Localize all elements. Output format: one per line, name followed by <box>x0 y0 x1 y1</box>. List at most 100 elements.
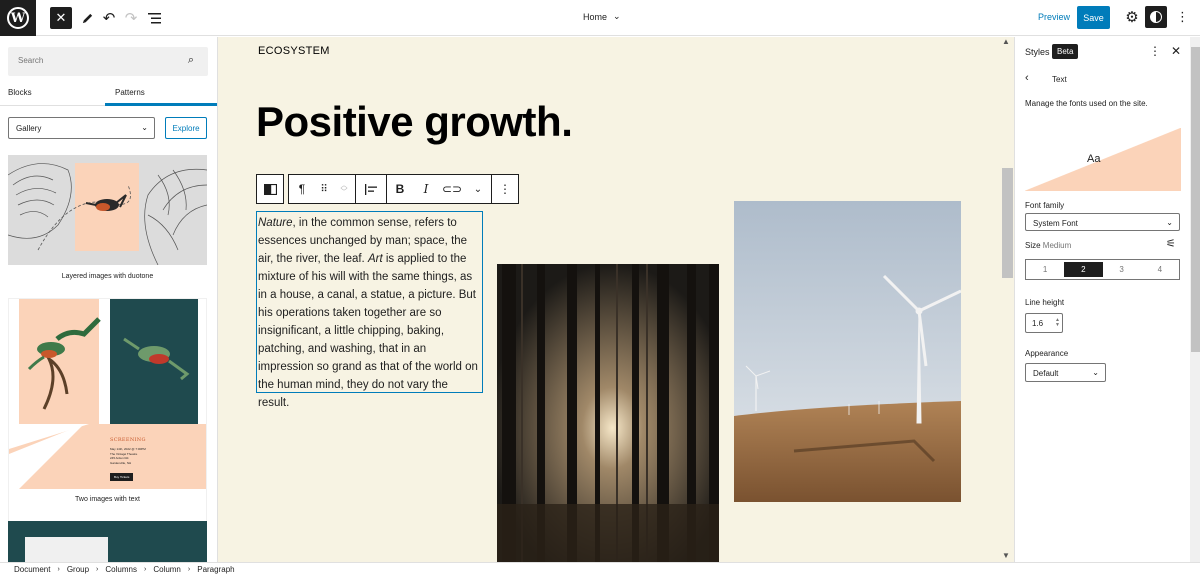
forest-sunlight-image <box>497 264 719 562</box>
styles-toggle-button[interactable] <box>1145 6 1167 28</box>
inserter-search: ⌕ <box>8 47 208 76</box>
link-button[interactable]: ⊂⊃ <box>439 175 465 203</box>
wind-turbine-image[interactable] <box>734 201 961 502</box>
canvas-scrollbar[interactable]: ▲ ▼ <box>1000 37 1014 562</box>
font-family-label: Font family <box>1025 201 1065 210</box>
breadcrumb-item-columns[interactable]: Columns <box>105 565 137 574</box>
more-formatting-button[interactable]: ⌄ <box>465 175 491 203</box>
paragraph-emphasis: Art <box>367 253 383 265</box>
block-breadcrumb: Document › Group › Columns › Column › Pa… <box>0 562 1200 576</box>
poster-button: Buy Tickets <box>110 473 134 481</box>
typography-preview-text: Aa <box>1087 153 1101 165</box>
wordpress-logo-button[interactable]: W <box>0 0 36 36</box>
breadcrumb-item-paragraph[interactable]: Paragraph <box>197 565 234 574</box>
document-title: Home <box>583 11 608 22</box>
size-value: Medium <box>1042 241 1072 250</box>
options-button[interactable]: ⋮ <box>1176 9 1189 25</box>
pattern-label: Two images with text <box>75 496 140 503</box>
chevron-down-icon: ﹀ <box>340 189 348 196</box>
sidebar-title: Styles <box>1025 47 1050 57</box>
bold-icon: B <box>395 182 405 196</box>
block-options-button[interactable]: ⋮ <box>492 175 518 203</box>
chevron-right-icon: › <box>187 566 191 573</box>
chevron-up-icon: ︿ <box>340 182 348 189</box>
gear-icon: ⚙ <box>1125 9 1139 26</box>
custom-size-button[interactable]: ⚟ <box>1166 237 1176 250</box>
close-sidebar-button[interactable]: ✕ <box>1171 44 1181 58</box>
site-title[interactable]: ECOSYSTEM <box>258 45 330 57</box>
more-vertical-icon: ⋮ <box>499 182 511 196</box>
line-height-input[interactable]: 1.6 ▲ ▼ <box>1025 313 1063 333</box>
drag-handle[interactable]: ⠿ <box>315 175 333 203</box>
pattern-preview-two-images-text[interactable]: SCREENING May 14th, 2022 @ 7:00PM The Vi… <box>8 298 207 524</box>
select-parent-button[interactable] <box>257 175 283 203</box>
close-icon: ✕ <box>55 10 67 25</box>
pattern-preview-shape <box>25 537 108 562</box>
block-options-group: ⋮ <box>491 174 519 204</box>
poster-title: SCREENING <box>110 437 146 443</box>
undo-button[interactable]: ↶ <box>98 7 120 29</box>
editor-canvas: ECOSYSTEM Positive growth. ¶ ⠿ ︿ ﹀ B I ⊂⊃… <box>218 37 1014 562</box>
stepper-arrows-icon[interactable]: ▲ ▼ <box>1055 318 1060 328</box>
sliders-icon: ⚟ <box>1166 238 1176 250</box>
poster-text: SCREENING May 14th, 2022 @ 7:00PM The Vi… <box>110 437 200 483</box>
italic-button[interactable]: I <box>413 175 439 203</box>
move-buttons[interactable]: ︿ ﹀ <box>333 175 355 203</box>
pattern-preview-layered-duotone[interactable] <box>8 155 207 265</box>
font-family-value: System Font <box>1033 219 1078 228</box>
size-option-4[interactable]: 4 <box>1141 260 1179 279</box>
back-button[interactable]: ‹ <box>1025 72 1029 84</box>
breadcrumb-item-group[interactable]: Group <box>67 565 89 574</box>
scroll-up-arrow[interactable]: ▲ <box>1002 37 1010 46</box>
styles-more-button[interactable]: ⋮ <box>1149 44 1161 58</box>
list-view-button[interactable] <box>143 7 165 29</box>
preview-button[interactable]: Preview <box>1038 12 1070 22</box>
close-inserter-button[interactable]: ✕ <box>50 7 72 29</box>
tab-patterns[interactable]: Patterns <box>105 84 217 106</box>
tab-blocks[interactable]: Blocks <box>8 88 32 97</box>
size-label-text: Size <box>1025 241 1041 250</box>
appearance-select[interactable]: Default ⌄ <box>1025 363 1106 382</box>
undo-icon: ↶ <box>102 10 116 27</box>
size-option-2[interactable]: 2 <box>1064 262 1103 277</box>
font-family-select[interactable]: System Font ⌄ <box>1025 213 1180 231</box>
save-button[interactable]: Save <box>1077 6 1110 29</box>
size-option-1[interactable]: 1 <box>1026 260 1064 279</box>
line-height-value: 1.6 <box>1032 319 1044 328</box>
contrast-icon <box>1150 11 1162 23</box>
block-type-group: ¶ ⠿ ︿ ﹀ B I ⊂⊃ ⌄ <box>288 174 491 204</box>
size-option-3[interactable]: 3 <box>1103 260 1141 279</box>
heading-block[interactable]: Positive growth. <box>256 98 573 146</box>
appearance-label: Appearance <box>1025 349 1069 358</box>
breadcrumb-item-column[interactable]: Column <box>153 565 181 574</box>
bold-button[interactable]: B <box>387 175 413 203</box>
pattern-preview-partial[interactable] <box>8 521 207 562</box>
list-view-icon <box>147 12 161 23</box>
tools-button[interactable] <box>76 7 98 29</box>
wordpress-icon: W <box>7 7 29 29</box>
block-toolbar: ¶ ⠿ ︿ ﹀ B I ⊂⊃ ⌄ ⋮ <box>256 174 523 204</box>
chevron-down-icon: ⌄ <box>473 183 483 195</box>
beta-badge: Beta <box>1052 44 1079 59</box>
canvas-scrollbar-thumb[interactable] <box>1002 168 1013 278</box>
inserter-tabs: Blocks Patterns <box>0 84 217 106</box>
sidebar-scrollbar-thumb[interactable] <box>1191 47 1200 352</box>
forest-image[interactable] <box>497 264 719 562</box>
search-input[interactable] <box>18 56 178 65</box>
pattern-label: Layered images with duotone <box>61 273 154 280</box>
document-title-dropdown[interactable]: Home ⌄ <box>583 11 621 22</box>
sidebar-scrollbar[interactable] <box>1190 37 1200 562</box>
breadcrumb-item-document[interactable]: Document <box>14 565 50 574</box>
explore-button[interactable]: Explore <box>165 117 207 139</box>
close-icon: ✕ <box>1171 44 1182 58</box>
scroll-down-arrow[interactable]: ▼ <box>1002 551 1010 560</box>
chevron-down-icon: ⌄ <box>613 11 621 21</box>
paragraph-block-button[interactable]: ¶ <box>289 175 315 203</box>
pattern-category-select[interactable]: Gallery ⌄ <box>8 117 155 139</box>
styles-sidebar: Styles Beta ⋮ ✕ ‹ Text Manage the fonts … <box>1014 37 1200 562</box>
redo-button[interactable]: ↷ <box>120 7 142 29</box>
paragraph-block[interactable]: Nature, in the common sense, refers to e… <box>256 211 483 409</box>
duotone-birds-image <box>8 155 207 265</box>
settings-button[interactable]: ⚙ <box>1123 8 1141 26</box>
align-button[interactable] <box>356 175 386 203</box>
